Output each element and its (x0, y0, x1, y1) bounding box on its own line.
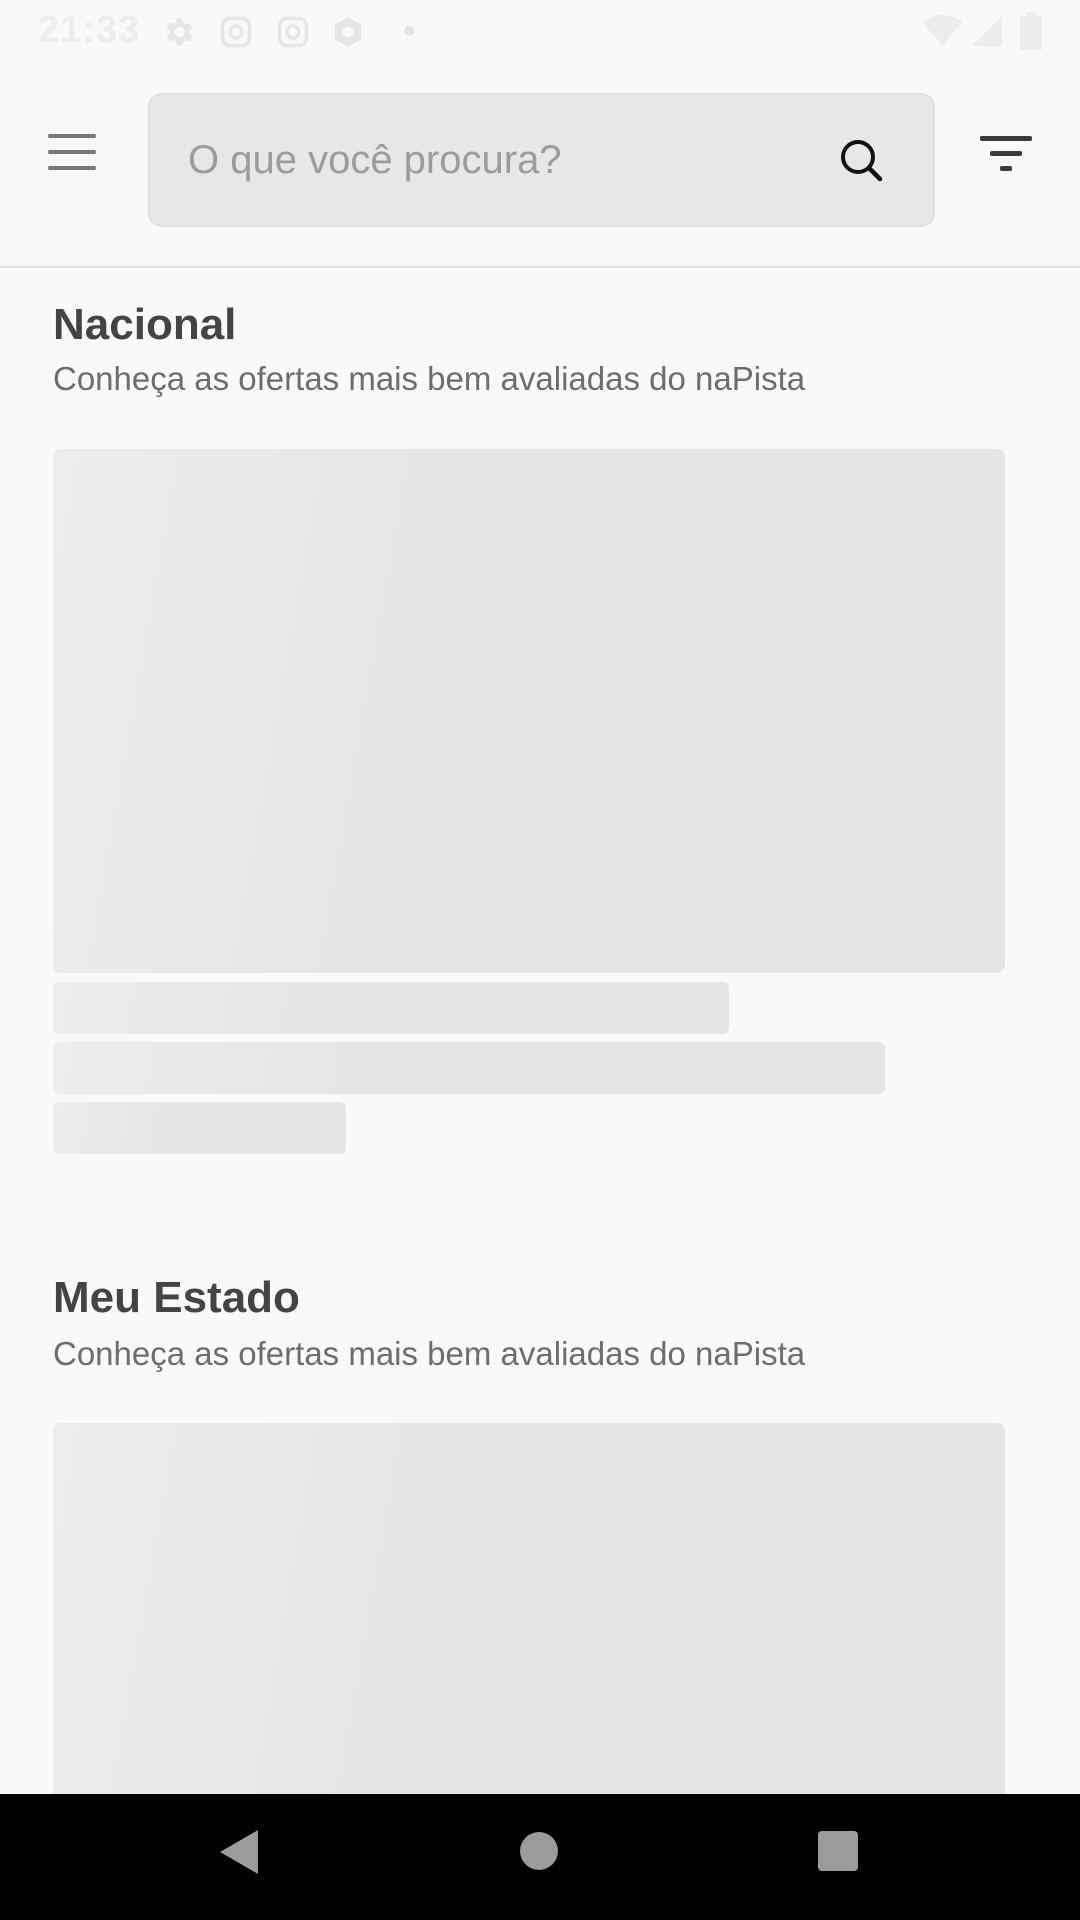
app-icon (334, 17, 362, 47)
status-bar: 21:33 (0, 0, 1080, 62)
header-divider (0, 266, 1080, 268)
section-subtitle: Conheça as ofertas mais bem avaliadas do… (53, 360, 806, 397)
screen: 21:33 O que você procura? Nacional Conhe… (0, 0, 1080, 1920)
wifi-icon (922, 15, 962, 46)
search-bar[interactable] (148, 93, 935, 227)
section-title: Nacional (53, 300, 237, 349)
skeleton-line (53, 1042, 885, 1094)
search-icon[interactable] (838, 137, 884, 183)
skeleton-image (53, 1423, 1005, 1823)
section-title: Meu Estado (53, 1273, 300, 1322)
skeleton-image (53, 449, 1005, 973)
battery-icon (1020, 12, 1042, 50)
filter-icon[interactable] (980, 134, 1034, 174)
search-input[interactable] (188, 95, 788, 225)
gear-icon (166, 18, 193, 46)
back-icon[interactable] (218, 1828, 260, 1876)
status-time: 21:33 (38, 9, 141, 51)
skeleton-line (53, 1102, 346, 1154)
instagram-icon (220, 16, 252, 48)
recents-icon[interactable] (818, 1831, 858, 1871)
navigation-bar (0, 1794, 1080, 1920)
signal-icon (972, 16, 1002, 46)
notification-dot (404, 26, 414, 36)
hamburger-menu-icon[interactable] (48, 130, 98, 174)
section-subtitle: Conheça as ofertas mais bem avaliadas do… (53, 1335, 806, 1372)
skeleton-line (53, 982, 729, 1034)
instagram-icon (277, 16, 309, 48)
home-icon[interactable] (520, 1832, 558, 1870)
